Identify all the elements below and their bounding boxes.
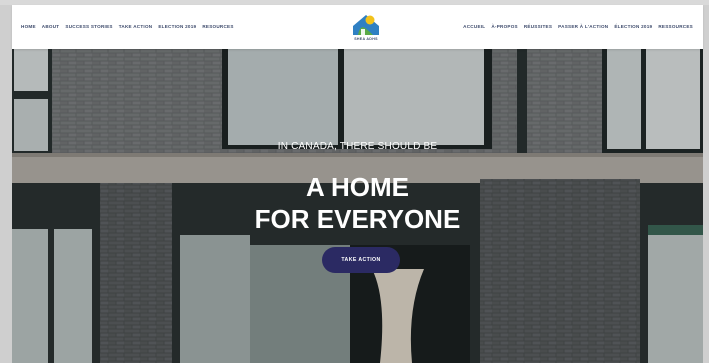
nav-election-2019-fr[interactable]: ÉLECTION 2019 [614,24,652,29]
nav-resources[interactable]: RESOURCES [202,24,233,29]
left-page-edge [0,5,12,363]
hero-banner: IN CANADA, THERE SHOULD BE A HOME FOR EV… [12,49,703,363]
hero-headline: A HOME FOR EVERYONE [12,171,703,235]
logo-text: SHEA ADHS [354,37,378,41]
nav-election-2019[interactable]: ELECTION 2019 [158,24,196,29]
nav-home[interactable]: HOME [21,24,36,29]
french-nav: ACCUEIL À-PROPOS RÉUSSITES PASSER À L'AC… [463,24,693,29]
nav-accueil[interactable]: ACCUEIL [463,24,485,29]
site-header: HOME ABOUT SUCCESS STORIES TAKE ACTION E… [12,5,703,49]
house-logo-icon [353,15,379,35]
take-action-button[interactable]: TAKE ACTION [322,247,400,273]
nav-take-action[interactable]: TAKE ACTION [119,24,153,29]
hero-headline-line-1: A HOME [305,172,410,202]
site-logo[interactable]: SHEA ADHS [347,12,385,46]
right-page-edge [703,5,709,363]
english-nav: HOME ABOUT SUCCESS STORIES TAKE ACTION E… [21,24,234,29]
nav-reussites[interactable]: RÉUSSITES [524,24,552,29]
hero-eyebrow: IN CANADA, THERE SHOULD BE [277,141,438,152]
nav-about[interactable]: ABOUT [42,24,60,29]
hero-headline-line-2: FOR EVERYONE [254,204,461,234]
nav-a-propos[interactable]: À-PROPOS [491,24,518,29]
nav-success-stories[interactable]: SUCCESS STORIES [65,24,112,29]
nav-passer-a-laction[interactable]: PASSER À L'ACTION [558,24,608,29]
nav-ressources[interactable]: RESSOURCES [658,24,693,29]
